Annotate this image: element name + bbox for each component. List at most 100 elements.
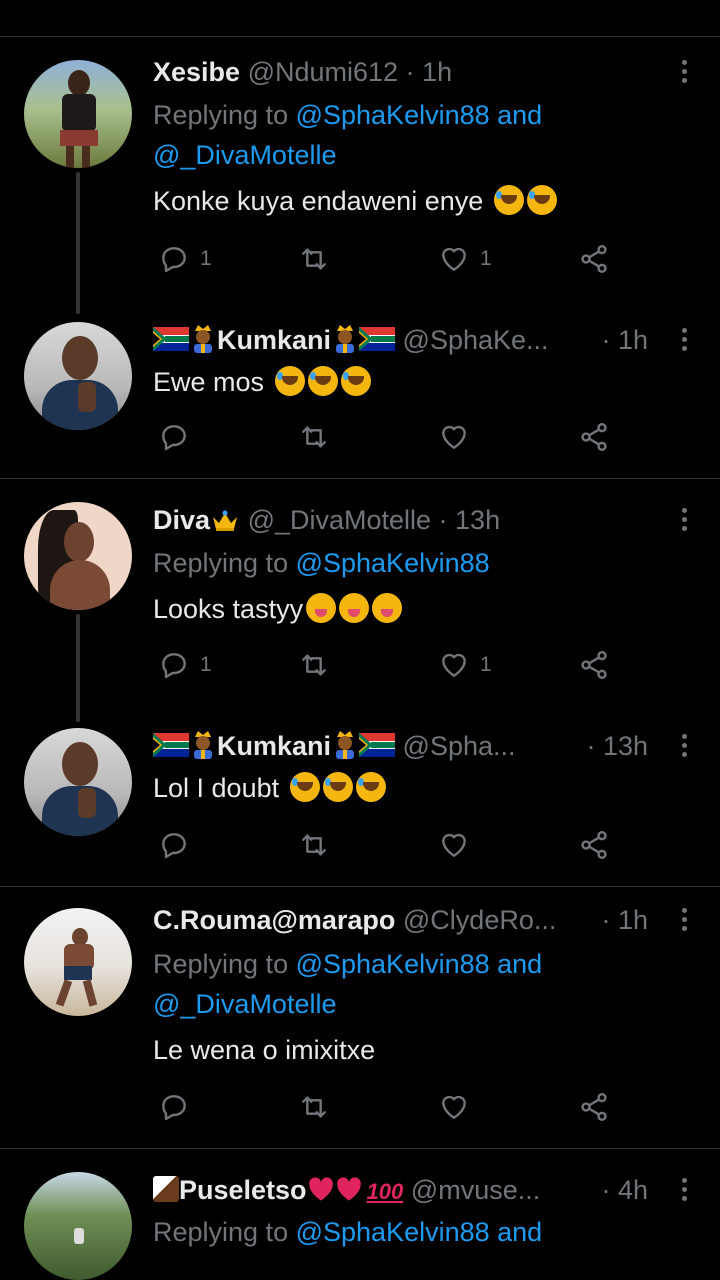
thread-line bbox=[76, 614, 80, 722]
rofl-emoji bbox=[340, 366, 371, 396]
reply-button[interactable]: 1 bbox=[158, 648, 212, 682]
reply-button[interactable] bbox=[158, 828, 190, 862]
reply-count: 1 bbox=[200, 653, 212, 676]
author-name[interactable]: Kumkani bbox=[217, 325, 331, 355]
like-button[interactable]: 1 bbox=[438, 648, 492, 682]
share-button[interactable] bbox=[578, 420, 610, 454]
more-icon[interactable] bbox=[672, 902, 696, 938]
timestamp[interactable]: · 1h bbox=[601, 322, 648, 358]
avatar-kumkani[interactable] bbox=[24, 728, 132, 836]
yum-emoji bbox=[339, 593, 370, 623]
prince-icon bbox=[189, 323, 217, 353]
author-name[interactable]: C.Rouma@marapo bbox=[153, 905, 395, 935]
author-name[interactable]: Kumkani bbox=[217, 731, 331, 761]
like-button[interactable] bbox=[438, 420, 470, 454]
reply-icon bbox=[158, 649, 190, 681]
replying-to: Replying to @SphaKelvin88 and bbox=[153, 100, 543, 130]
retweet-icon bbox=[298, 829, 330, 861]
heart-icon bbox=[438, 649, 470, 681]
share-button[interactable] bbox=[578, 242, 610, 276]
avatar-puseletso[interactable] bbox=[24, 1172, 132, 1280]
more-icon[interactable] bbox=[672, 322, 696, 358]
retweet-icon bbox=[298, 649, 330, 681]
avatar-diva[interactable] bbox=[24, 502, 132, 610]
sa-flag-icon bbox=[153, 733, 189, 757]
retweet-button[interactable] bbox=[298, 242, 330, 276]
yum-emoji bbox=[306, 593, 337, 623]
rofl-emoji bbox=[493, 185, 524, 215]
rofl-emoji bbox=[355, 772, 386, 802]
retweet-icon bbox=[298, 243, 330, 275]
divider bbox=[0, 1148, 720, 1149]
author-name[interactable]: Diva bbox=[153, 505, 210, 535]
heart-icon bbox=[438, 421, 470, 453]
sa-flag-icon bbox=[153, 327, 189, 351]
tweet-text: Lol I doubt bbox=[153, 768, 386, 808]
mention-link[interactable]: @SphaKelvin88 and bbox=[296, 949, 543, 979]
like-button[interactable] bbox=[438, 1090, 470, 1124]
rofl-emoji bbox=[274, 366, 305, 396]
reply-icon bbox=[158, 243, 190, 275]
sa-flag-icon bbox=[359, 733, 395, 757]
like-button[interactable]: 1 bbox=[438, 242, 492, 276]
reply-button[interactable] bbox=[158, 420, 190, 454]
avatar-kumkani[interactable] bbox=[24, 322, 132, 430]
author-name[interactable]: Xesibe bbox=[153, 57, 240, 87]
prince-icon bbox=[331, 323, 359, 353]
share-icon bbox=[578, 243, 610, 275]
share-button[interactable] bbox=[578, 648, 610, 682]
reply-button[interactable] bbox=[158, 1090, 190, 1124]
replying-to: Replying to @SphaKelvin88 bbox=[153, 548, 490, 578]
like-count: 1 bbox=[480, 653, 492, 676]
top-divider bbox=[0, 36, 720, 37]
replying-to-cont: @_DivaMotelle bbox=[153, 984, 336, 1024]
more-icon[interactable] bbox=[672, 1172, 696, 1208]
more-icon[interactable] bbox=[672, 54, 696, 90]
chocolate-emoji bbox=[153, 1176, 179, 1202]
mention-link[interactable]: @SphaKelvin88 bbox=[296, 548, 490, 578]
like-count: 1 bbox=[480, 247, 492, 270]
rofl-emoji bbox=[526, 185, 557, 215]
mention-link[interactable]: @SphaKelvin88 and bbox=[296, 100, 543, 130]
share-icon bbox=[578, 1091, 610, 1123]
retweet-button[interactable] bbox=[298, 828, 330, 862]
mention-link[interactable]: @_DivaMotelle bbox=[153, 140, 336, 170]
author-handle[interactable]: @Spha... bbox=[403, 731, 516, 761]
red-heart-icon bbox=[335, 1176, 363, 1202]
author-handle[interactable]: @_DivaMotelle · 13h bbox=[248, 505, 501, 535]
mention-link[interactable]: @_DivaMotelle bbox=[153, 989, 336, 1019]
tweet-text: Ewe mos bbox=[153, 362, 371, 402]
more-icon[interactable] bbox=[672, 502, 696, 538]
timestamp[interactable]: · 13h bbox=[586, 728, 648, 764]
like-button[interactable] bbox=[438, 828, 470, 862]
share-button[interactable] bbox=[578, 828, 610, 862]
share-button[interactable] bbox=[578, 1090, 610, 1124]
reply-button[interactable]: 1 bbox=[158, 242, 212, 276]
timestamp[interactable]: · 1h bbox=[601, 902, 648, 938]
divider bbox=[0, 886, 720, 887]
prince-icon bbox=[189, 729, 217, 759]
author-name[interactable]: Puseletso bbox=[179, 1175, 307, 1205]
author-handle[interactable]: @SphaKe... bbox=[403, 325, 549, 355]
more-icon[interactable] bbox=[672, 728, 696, 764]
author-handle[interactable]: @mvuse... bbox=[411, 1175, 540, 1205]
yum-emoji bbox=[372, 593, 403, 623]
author-handle[interactable]: @Ndumi612 · 1h bbox=[248, 57, 453, 87]
author-handle[interactable]: @ClydeRo... bbox=[403, 905, 556, 935]
reply-icon bbox=[158, 1091, 190, 1123]
reply-icon bbox=[158, 421, 190, 453]
share-icon bbox=[578, 829, 610, 861]
replying-to: Replying to @SphaKelvin88 and bbox=[153, 1217, 543, 1247]
retweet-button[interactable] bbox=[298, 1090, 330, 1124]
retweet-button[interactable] bbox=[298, 648, 330, 682]
rofl-emoji bbox=[322, 772, 353, 802]
reply-count: 1 bbox=[200, 247, 212, 270]
timestamp[interactable]: · 4h bbox=[601, 1172, 648, 1208]
avatar-xesibe[interactable] bbox=[24, 60, 132, 168]
retweet-icon bbox=[298, 1091, 330, 1123]
retweet-button[interactable] bbox=[298, 420, 330, 454]
prince-icon bbox=[331, 729, 359, 759]
avatar-crouma[interactable] bbox=[24, 908, 132, 1016]
rofl-emoji bbox=[307, 366, 338, 396]
mention-link[interactable]: @SphaKelvin88 and bbox=[296, 1217, 543, 1247]
